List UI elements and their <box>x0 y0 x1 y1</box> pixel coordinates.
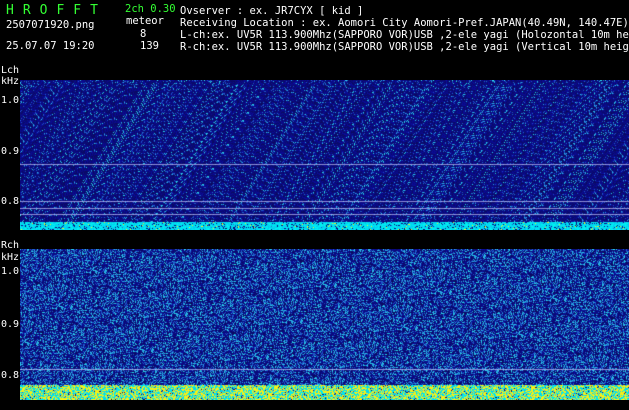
rch-info-line: R-ch:ex. UV5R 113.900Mhz(SAPPORO VOR)USB… <box>180 41 629 53</box>
lch-label: Lch <box>1 65 20 76</box>
version-label: 2ch 0.30 <box>125 3 176 15</box>
lch-tick-0-8: 0.8 <box>1 196 20 207</box>
lch-spectrogram <box>20 80 629 230</box>
lch-unit: kHz <box>1 76 20 87</box>
location-line: Receiving Location : ex. Aomori City Aom… <box>180 17 629 29</box>
rch-spectrogram <box>20 249 629 400</box>
observer-line: Ovserver : ex. JR7CYX [ kid ] <box>180 5 364 17</box>
rch-count: 139 <box>140 40 159 52</box>
rch-unit: kHz <box>1 252 20 263</box>
lch-tick-1-0: 1.0 <box>1 95 20 106</box>
lch-count: 8 <box>140 28 147 40</box>
lch-tick-0-9: 0.9 <box>1 146 20 157</box>
rch-tick-1-0: 1.0 <box>1 266 20 277</box>
datetime-label: 25.07.07 19:20 <box>6 40 95 52</box>
filename-label: 2507071920.png <box>6 19 95 31</box>
rch-label: Rch <box>1 240 20 251</box>
rch-tick-0-9: 0.9 <box>1 319 20 330</box>
rch-tick-0-8: 0.8 <box>1 370 20 381</box>
app-logo: HROFFT <box>6 3 107 18</box>
lch-info-line: L-ch:ex. UV5R 113.900Mhz(SAPPORO VOR)USB… <box>180 29 629 41</box>
mode-label: meteor <box>126 15 164 27</box>
